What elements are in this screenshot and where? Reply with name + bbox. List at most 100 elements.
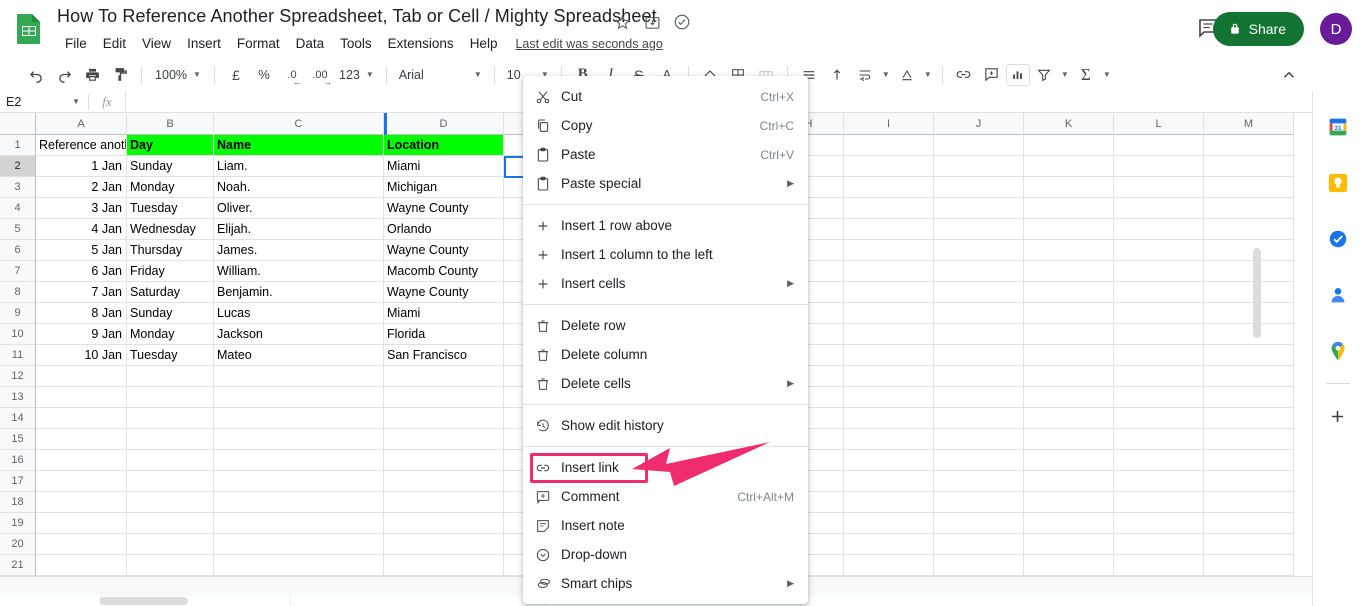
cell-M21[interactable] (1204, 555, 1294, 576)
cell-C4[interactable]: Oliver. (214, 198, 384, 219)
document-title[interactable]: How To Reference Another Spreadsheet, Ta… (57, 6, 657, 27)
cell-D10[interactable]: Florida (384, 324, 504, 345)
context-menu-item-delete-column[interactable]: Delete column (523, 340, 808, 369)
cell-J21[interactable] (934, 555, 1024, 576)
menu-view[interactable]: View (134, 34, 179, 53)
cell-M12[interactable] (1204, 366, 1294, 387)
cell-D11[interactable]: San Francisco (384, 345, 504, 366)
cell-C15[interactable] (214, 429, 384, 450)
column-header-I[interactable]: I (844, 113, 934, 135)
share-button[interactable]: Share (1212, 12, 1304, 46)
cell-I9[interactable] (844, 303, 934, 324)
context-menu-item-paste-special[interactable]: Paste special ▶ (523, 169, 808, 198)
cell-L2[interactable] (1114, 156, 1204, 177)
cell-M5[interactable] (1204, 219, 1294, 240)
cell-B20[interactable] (127, 534, 214, 555)
cell-I15[interactable] (844, 429, 934, 450)
cell-B18[interactable] (127, 492, 214, 513)
cell-I14[interactable] (844, 408, 934, 429)
cell-C10[interactable]: Jackson (214, 324, 384, 345)
cell-K21[interactable] (1024, 555, 1114, 576)
row-header-12[interactable]: 12 (0, 366, 36, 387)
context-menu-item-cut[interactable]: Cut Ctrl+X (523, 82, 808, 111)
sheets-logo[interactable] (14, 13, 44, 45)
move-to-folder-icon[interactable] (642, 12, 662, 32)
cell-A5[interactable]: 4 Jan (36, 219, 127, 240)
vertical-scrollbar[interactable] (1252, 248, 1262, 606)
cell-L9[interactable] (1114, 303, 1204, 324)
cell-M2[interactable] (1204, 156, 1294, 177)
cell-D2[interactable]: Miami (384, 156, 504, 177)
cell-D13[interactable] (384, 387, 504, 408)
cell-C13[interactable] (214, 387, 384, 408)
cell-C5[interactable]: Elijah. (214, 219, 384, 240)
functions-button[interactable]: Σ (1072, 62, 1100, 88)
cell-C21[interactable] (214, 555, 384, 576)
cell-K9[interactable] (1024, 303, 1114, 324)
cell-I1[interactable] (844, 135, 934, 156)
column-header-D[interactable]: D (384, 113, 504, 135)
cell-I11[interactable] (844, 345, 934, 366)
cell-I3[interactable] (844, 177, 934, 198)
cell-L6[interactable] (1114, 240, 1204, 261)
cell-B21[interactable] (127, 555, 214, 576)
font-selector[interactable]: Arial ▼ (394, 62, 487, 88)
cell-I4[interactable] (844, 198, 934, 219)
cell-M1[interactable] (1204, 135, 1294, 156)
cell-L16[interactable] (1114, 450, 1204, 471)
cell-I13[interactable] (844, 387, 934, 408)
cell-B14[interactable] (127, 408, 214, 429)
cell-J2[interactable] (934, 156, 1024, 177)
cell-J9[interactable] (934, 303, 1024, 324)
cell-K20[interactable] (1024, 534, 1114, 555)
cell-K19[interactable] (1024, 513, 1114, 534)
google-keep-icon[interactable] (1324, 169, 1352, 197)
cell-L1[interactable] (1114, 135, 1204, 156)
cell-D7[interactable]: Macomb County (384, 261, 504, 282)
cell-J4[interactable] (934, 198, 1024, 219)
cell-M14[interactable] (1204, 408, 1294, 429)
google-tasks-icon[interactable] (1324, 225, 1352, 253)
cell-K5[interactable] (1024, 219, 1114, 240)
percent-format-button[interactable]: % (250, 62, 278, 88)
menu-help[interactable]: Help (462, 34, 506, 53)
cell-A3[interactable]: 2 Jan (36, 177, 127, 198)
cell-J3[interactable] (934, 177, 1024, 198)
cell-D1[interactable]: Location (384, 135, 504, 156)
cell-A6[interactable]: 5 Jan (36, 240, 127, 261)
redo-button[interactable] (50, 62, 78, 88)
cell-M19[interactable] (1204, 513, 1294, 534)
row-header-16[interactable]: 16 (0, 450, 36, 471)
context-menu-item-delete-cells[interactable]: Delete cells ▶ (523, 369, 808, 398)
row-header-9[interactable]: 9 (0, 303, 36, 324)
context-menu-item-insert-1-row-above[interactable]: Insert 1 row above (523, 211, 808, 240)
cell-A18[interactable] (36, 492, 127, 513)
filter-caret[interactable]: ▼ (1058, 62, 1072, 88)
cell-A4[interactable]: 3 Jan (36, 198, 127, 219)
column-header-J[interactable]: J (934, 113, 1024, 135)
paint-format-button[interactable] (106, 62, 134, 88)
cell-A17[interactable] (36, 471, 127, 492)
row-header-8[interactable]: 8 (0, 282, 36, 303)
row-header-4[interactable]: 4 (0, 198, 36, 219)
menu-format[interactable]: Format (229, 34, 288, 53)
cell-A19[interactable] (36, 513, 127, 534)
cell-I17[interactable] (844, 471, 934, 492)
row-header-2[interactable]: 2 (0, 156, 36, 177)
cell-K18[interactable] (1024, 492, 1114, 513)
cell-B6[interactable]: Thursday (127, 240, 214, 261)
cell-C7[interactable]: William. (214, 261, 384, 282)
cell-I5[interactable] (844, 219, 934, 240)
cell-B16[interactable] (127, 450, 214, 471)
cell-L7[interactable] (1114, 261, 1204, 282)
cell-I20[interactable] (844, 534, 934, 555)
cell-K14[interactable] (1024, 408, 1114, 429)
cell-C6[interactable]: James. (214, 240, 384, 261)
cell-A16[interactable] (36, 450, 127, 471)
cell-J15[interactable] (934, 429, 1024, 450)
print-button[interactable] (78, 62, 106, 88)
cell-D19[interactable] (384, 513, 504, 534)
cell-J13[interactable] (934, 387, 1024, 408)
cell-B3[interactable]: Monday (127, 177, 214, 198)
vertical-scrollbar-thumb[interactable] (1253, 248, 1261, 338)
